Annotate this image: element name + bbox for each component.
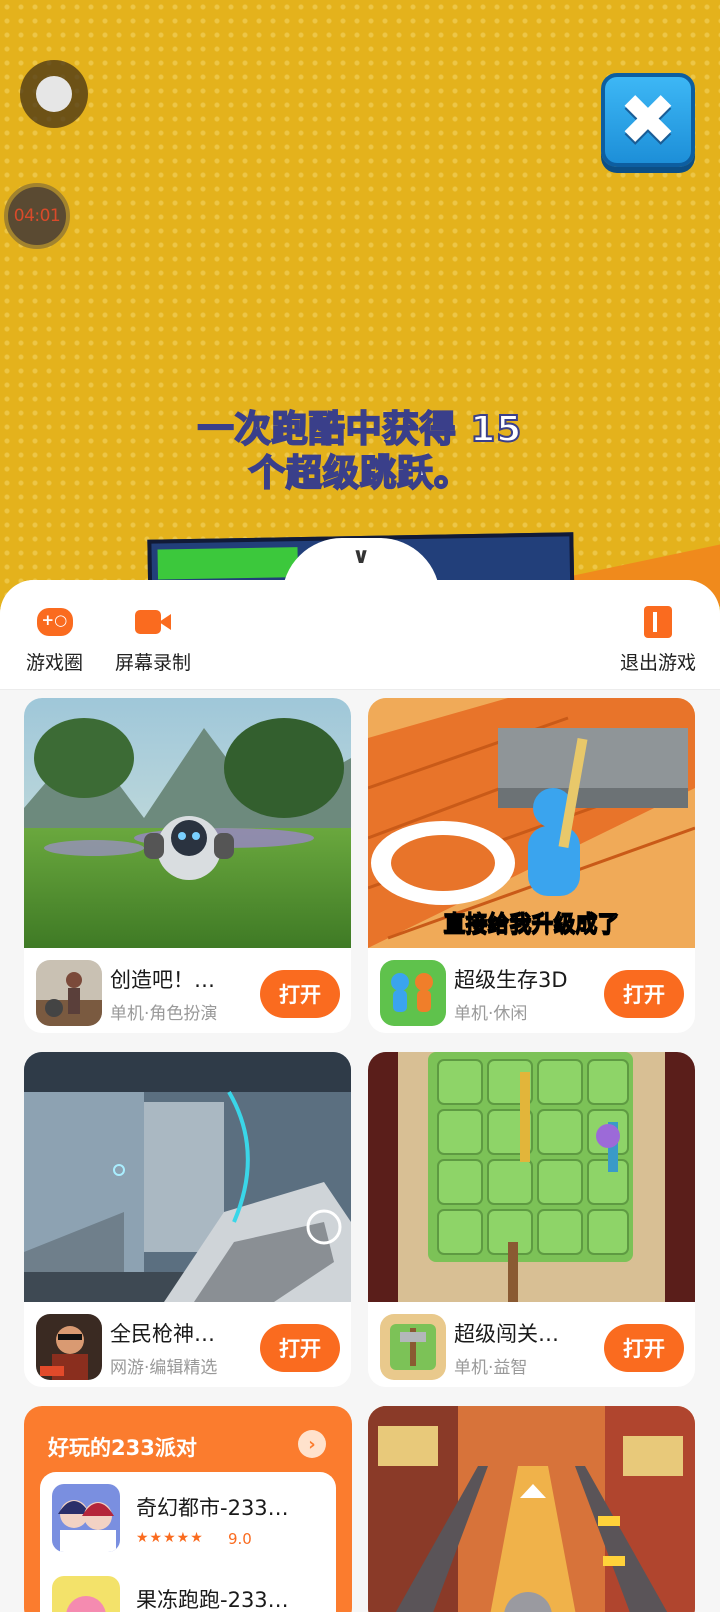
- party-title: 好玩的233派对: [48, 1436, 197, 1460]
- game-category: 单机·益智: [454, 1358, 528, 1378]
- game-title: 全民枪神…: [110, 1322, 215, 1346]
- mission-text: 一次跑酷中获得 15 个超级跳跃。: [197, 408, 523, 495]
- game-timer: 04:01: [4, 183, 70, 249]
- party-list: 奇幻都市-233… ★★★★★ 9.0 果冻跑跑-233…: [40, 1472, 336, 1612]
- party-list-item[interactable]: 果冻跑跑-233…: [52, 1576, 332, 1612]
- app-icon: [36, 1314, 102, 1380]
- game-title: 创造吧！…: [110, 968, 215, 992]
- app-icon: [36, 960, 102, 1026]
- tool-game-circle[interactable]: 游戏圈: [26, 606, 83, 675]
- screenshot-caption: 直接给我升级成了: [443, 912, 620, 938]
- party-list-item[interactable]: 奇幻都市-233… ★★★★★ 9.0: [52, 1484, 332, 1564]
- game-category: 网游·编辑精选: [110, 1358, 218, 1378]
- exit-door-icon: [640, 606, 676, 638]
- video-camera-icon: [135, 606, 171, 638]
- tool-exit-game[interactable]: 退出游戏: [620, 606, 696, 675]
- tool-screen-record[interactable]: 屏幕录制: [115, 606, 191, 675]
- rating-score: 9.0: [228, 1530, 252, 1548]
- floating-menu-button[interactable]: [20, 60, 88, 128]
- game-menu-sheet: 游戏圈 屏幕录制 退出游戏: [0, 580, 720, 1612]
- app-icon: [52, 1484, 120, 1552]
- game-screenshot[interactable]: 直接给我升级成了: [368, 698, 695, 948]
- app-icon: [380, 1314, 446, 1380]
- game-category: 单机·休闲: [454, 1004, 528, 1024]
- rating-stars: ★★★★★: [136, 1530, 204, 1546]
- game-screenshot[interactable]: [24, 1052, 351, 1302]
- chevron-right-icon[interactable]: ›: [298, 1430, 326, 1458]
- app-icon: [380, 960, 446, 1026]
- open-button[interactable]: 打开: [260, 970, 340, 1018]
- app-icon: [52, 1576, 120, 1612]
- game-card[interactable]: 全民枪神… 网游·编辑精选 打开: [24, 1052, 351, 1387]
- game-screenshot[interactable]: [368, 1406, 695, 1612]
- close-icon: ✖: [618, 79, 678, 161]
- game-card[interactable]: 直接给我升级成了 超级生存3D 单机·休闲 打开: [368, 698, 695, 1033]
- game-screenshot[interactable]: [368, 1052, 695, 1302]
- game-card[interactable]: 创造吧！… 单机·角色扮演 打开: [24, 698, 351, 1033]
- game-card[interactable]: [368, 1406, 695, 1612]
- game-screenshot[interactable]: [24, 698, 351, 948]
- open-button[interactable]: 打开: [260, 1324, 340, 1372]
- toolbar: 游戏圈 屏幕录制 退出游戏: [0, 580, 720, 690]
- game-close-button[interactable]: ✖: [601, 73, 695, 167]
- open-button[interactable]: 打开: [604, 1324, 684, 1372]
- game-title: 超级闯关…: [454, 1322, 559, 1346]
- open-button[interactable]: 打开: [604, 970, 684, 1018]
- party-game-title: 果冻跑跑-233…: [136, 1588, 289, 1612]
- game-category: 单机·角色扮演: [110, 1004, 218, 1024]
- game-card[interactable]: 超级闯关… 单机·益智 打开: [368, 1052, 695, 1387]
- game-title: 超级生存3D: [454, 968, 568, 992]
- party-game-title: 奇幻都市-233…: [136, 1496, 289, 1520]
- party-section: 好玩的233派对 › 奇幻都市-233… ★★★★★ 9.0 果冻跑跑-233…: [24, 1406, 352, 1612]
- gamepad-icon: [36, 606, 73, 638]
